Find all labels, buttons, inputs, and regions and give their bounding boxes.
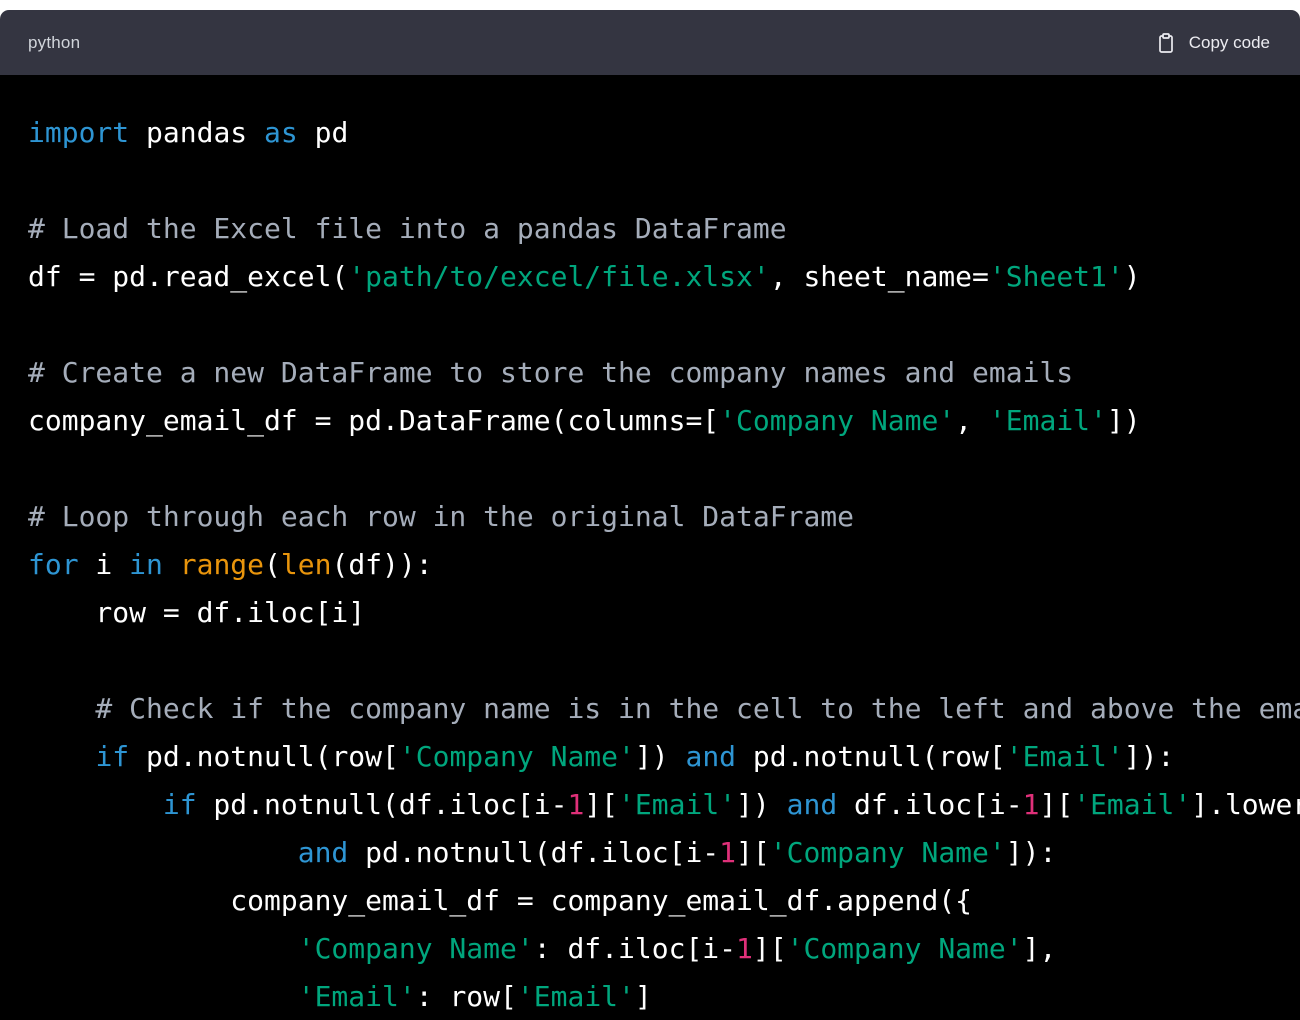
code-token-pl <box>28 932 298 965</box>
code-line: if pd.notnull(row['Company Name']) and p… <box>28 733 1300 781</box>
code-token-pl: ][ <box>1040 788 1074 821</box>
code-token-pl: ], <box>1023 932 1057 965</box>
clipboard-icon <box>1154 31 1178 55</box>
code-token-kw: if <box>95 740 129 773</box>
code-token-pl: df.iloc[i- <box>837 788 1022 821</box>
code-token-str: 'Company Name' <box>399 740 635 773</box>
copy-code-button[interactable]: Copy code <box>1154 31 1270 55</box>
code-token-pl <box>28 740 95 773</box>
code-token-pl: company_email_df = pd.DataFrame(columns=… <box>28 404 719 437</box>
code-token-str: 'Email' <box>1073 788 1191 821</box>
code-line <box>28 445 1300 493</box>
code-line: 'Company Name': df.iloc[i-1]['Company Na… <box>28 925 1300 973</box>
code-token-pl: ][ <box>736 836 770 869</box>
code-token-kw: for <box>28 548 79 581</box>
code-token-pl: ) <box>1124 260 1141 293</box>
code-line: company_email_df = pd.DataFrame(columns=… <box>28 397 1300 445</box>
code-token-pl: df = pd.read_excel( <box>28 260 348 293</box>
code-token-kw: and <box>298 836 349 869</box>
code-line: row = df.iloc[i] <box>28 589 1300 637</box>
code-token-kw: in <box>129 548 163 581</box>
code-token-com: # Create a new DataFrame to store the co… <box>28 356 1073 389</box>
code-token-str: 'Company Name' <box>298 932 534 965</box>
code-token-pl: : row[ <box>416 980 517 1013</box>
code-token-pl: pd.notnull(row[ <box>129 740 399 773</box>
code-token-pl <box>28 836 298 869</box>
code-line: for i in range(len(df)): <box>28 541 1300 589</box>
code-line: and pd.notnull(df.iloc[i-1]['Company Nam… <box>28 829 1300 877</box>
code-token-num: 1 <box>719 836 736 869</box>
code-token-kw: as <box>264 116 298 149</box>
code-token-pl: : df.iloc[i- <box>534 932 736 965</box>
code-block: python Copy code import pandas as pd # L… <box>0 10 1300 1020</box>
code-token-pl: ]) <box>635 740 686 773</box>
code-token-pl: ].lower <box>1191 788 1300 821</box>
code-token-str: 'Company Name' <box>787 932 1023 965</box>
code-token-pl: ][ <box>753 932 787 965</box>
code-token-pl <box>163 548 180 581</box>
code-token-str: 'Email' <box>618 788 736 821</box>
page-background: python Copy code import pandas as pd # L… <box>0 0 1300 1020</box>
code-token-kw: import <box>28 116 129 149</box>
code-token-pl: pd.notnull(row[ <box>736 740 1006 773</box>
code-content: import pandas as pd # Load the Excel fil… <box>0 75 1300 1020</box>
code-token-kw: and <box>685 740 736 773</box>
code-token-str: 'Email' <box>1006 740 1124 773</box>
code-line: # Loop through each row in the original … <box>28 493 1300 541</box>
code-token-pl: , sheet_name= <box>770 260 989 293</box>
copy-code-label: Copy code <box>1189 33 1270 53</box>
language-label: python <box>28 33 80 53</box>
code-token-str: 'Sheet1' <box>989 260 1124 293</box>
code-token-pl: pd <box>298 116 349 149</box>
code-token-pl: ]) <box>736 788 787 821</box>
code-token-str: 'Company Name' <box>770 836 1006 869</box>
code-token-pl: , <box>955 404 989 437</box>
code-token-pl: pd.notnull(df.iloc[i- <box>197 788 568 821</box>
code-line <box>28 301 1300 349</box>
code-token-pl: row = df.iloc[i] <box>28 596 365 629</box>
code-token-pl: company_email_df = company_email_df.appe… <box>28 884 972 917</box>
code-line: # Load the Excel file into a pandas Data… <box>28 205 1300 253</box>
code-token-str: 'path/to/excel/file.xlsx' <box>348 260 769 293</box>
code-block-header: python Copy code <box>0 10 1300 75</box>
code-token-pl: ]) <box>1107 404 1141 437</box>
code-line <box>28 637 1300 685</box>
code-token-str: 'Email' <box>517 980 635 1013</box>
code-line: import pandas as pd <box>28 109 1300 157</box>
code-token-pl: ( <box>264 548 281 581</box>
code-line: company_email_df = company_email_df.appe… <box>28 877 1300 925</box>
code-token-pl: pd.notnull(df.iloc[i- <box>348 836 719 869</box>
code-line: if pd.notnull(df.iloc[i-1]['Email']) and… <box>28 781 1300 829</box>
code-token-fn: len <box>281 548 332 581</box>
code-token-pl: ] <box>635 980 652 1013</box>
code-token-pl: pandas <box>129 116 264 149</box>
code-token-pl: i <box>79 548 130 581</box>
code-token-com: # Loop through each row in the original … <box>28 500 854 533</box>
code-line: # Check if the company name is in the ce… <box>28 685 1300 733</box>
code-token-fn: range <box>180 548 264 581</box>
code-token-str: 'Email' <box>989 404 1107 437</box>
code-token-pl: ]): <box>1124 740 1175 773</box>
code-line <box>28 157 1300 205</box>
code-token-str: 'Company Name' <box>719 404 955 437</box>
code-line: # Create a new DataFrame to store the co… <box>28 349 1300 397</box>
code-line: 'Email': row['Email'] <box>28 973 1300 1020</box>
code-token-pl: ]): <box>1006 836 1057 869</box>
code-token-num: 1 <box>1023 788 1040 821</box>
code-token-com: # Load the Excel file into a pandas Data… <box>28 212 787 245</box>
code-token-pl <box>28 980 298 1013</box>
code-token-kw: if <box>163 788 197 821</box>
code-token-str: 'Email' <box>298 980 416 1013</box>
code-token-num: 1 <box>567 788 584 821</box>
code-token-pl <box>28 788 163 821</box>
code-token-com: # Check if the company name is in the ce… <box>28 692 1300 725</box>
code-token-num: 1 <box>736 932 753 965</box>
code-token-pl: ][ <box>584 788 618 821</box>
code-token-kw: and <box>787 788 838 821</box>
code-line: df = pd.read_excel('path/to/excel/file.x… <box>28 253 1300 301</box>
code-token-pl: (df)): <box>331 548 432 581</box>
